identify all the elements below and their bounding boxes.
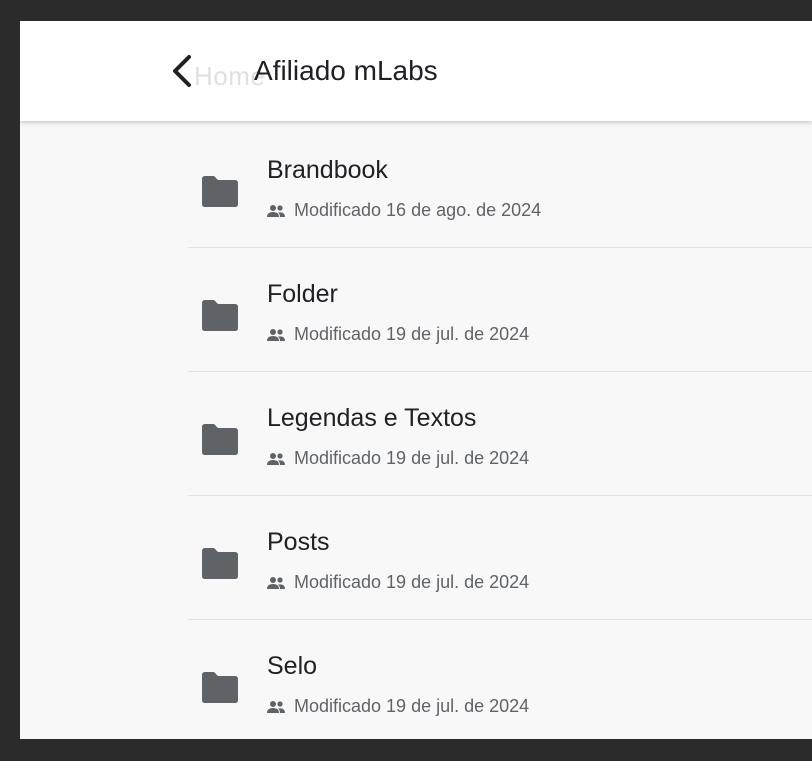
folder-name: Folder [267, 280, 338, 308]
folder-meta: Modificado 16 de ago. de 2024 [267, 200, 541, 221]
folder-name: Posts [267, 528, 330, 556]
folder-meta: Modificado 19 de jul. de 2024 [267, 448, 529, 469]
people-icon [267, 700, 285, 713]
chevron-left-icon [173, 55, 191, 87]
folder-meta: Modificado 19 de jul. de 2024 [267, 696, 529, 717]
page-title: Afiliado mLabs [254, 55, 438, 86]
modified-date: Modificado 16 de ago. de 2024 [294, 200, 542, 220]
folder-row-selo[interactable]: Selo Modificado 19 de jul. de 2024 [188, 620, 812, 739]
folder-icon [202, 672, 238, 703]
folder-list: Brandbook Modificado 16 de ago. de 2024 … [188, 124, 812, 739]
modified-date: Modificado 19 de jul. de 2024 [294, 448, 530, 468]
folder-icon [202, 176, 238, 207]
people-icon [267, 204, 285, 217]
folder-row-legendas-e-textos[interactable]: Legendas e Textos Modificado 19 de jul. … [188, 372, 812, 496]
drive-folder-screen: Home Afiliado mLabs Brandbook Modificado… [20, 21, 812, 739]
people-icon [267, 452, 285, 465]
people-icon [267, 576, 285, 589]
folder-name: Selo [267, 652, 318, 680]
folder-name: Brandbook [267, 156, 388, 184]
folder-row-brandbook[interactable]: Brandbook Modificado 16 de ago. de 2024 [188, 124, 812, 248]
folder-meta: Modificado 19 de jul. de 2024 [267, 572, 529, 593]
folder-icon [202, 548, 238, 579]
app-bar: Home Afiliado mLabs [20, 21, 812, 121]
folder-row-folder[interactable]: Folder Modificado 19 de jul. de 2024 [188, 248, 812, 372]
folder-meta: Modificado 19 de jul. de 2024 [267, 324, 529, 345]
modified-date: Modificado 19 de jul. de 2024 [294, 572, 530, 592]
modified-date: Modificado 19 de jul. de 2024 [294, 324, 530, 344]
folder-row-posts[interactable]: Posts Modificado 19 de jul. de 2024 [188, 496, 812, 620]
modified-date: Modificado 19 de jul. de 2024 [294, 696, 530, 716]
people-icon [267, 328, 285, 341]
folder-name: Legendas e Textos [267, 404, 477, 432]
folder-icon [202, 300, 238, 331]
folder-icon [202, 424, 238, 455]
